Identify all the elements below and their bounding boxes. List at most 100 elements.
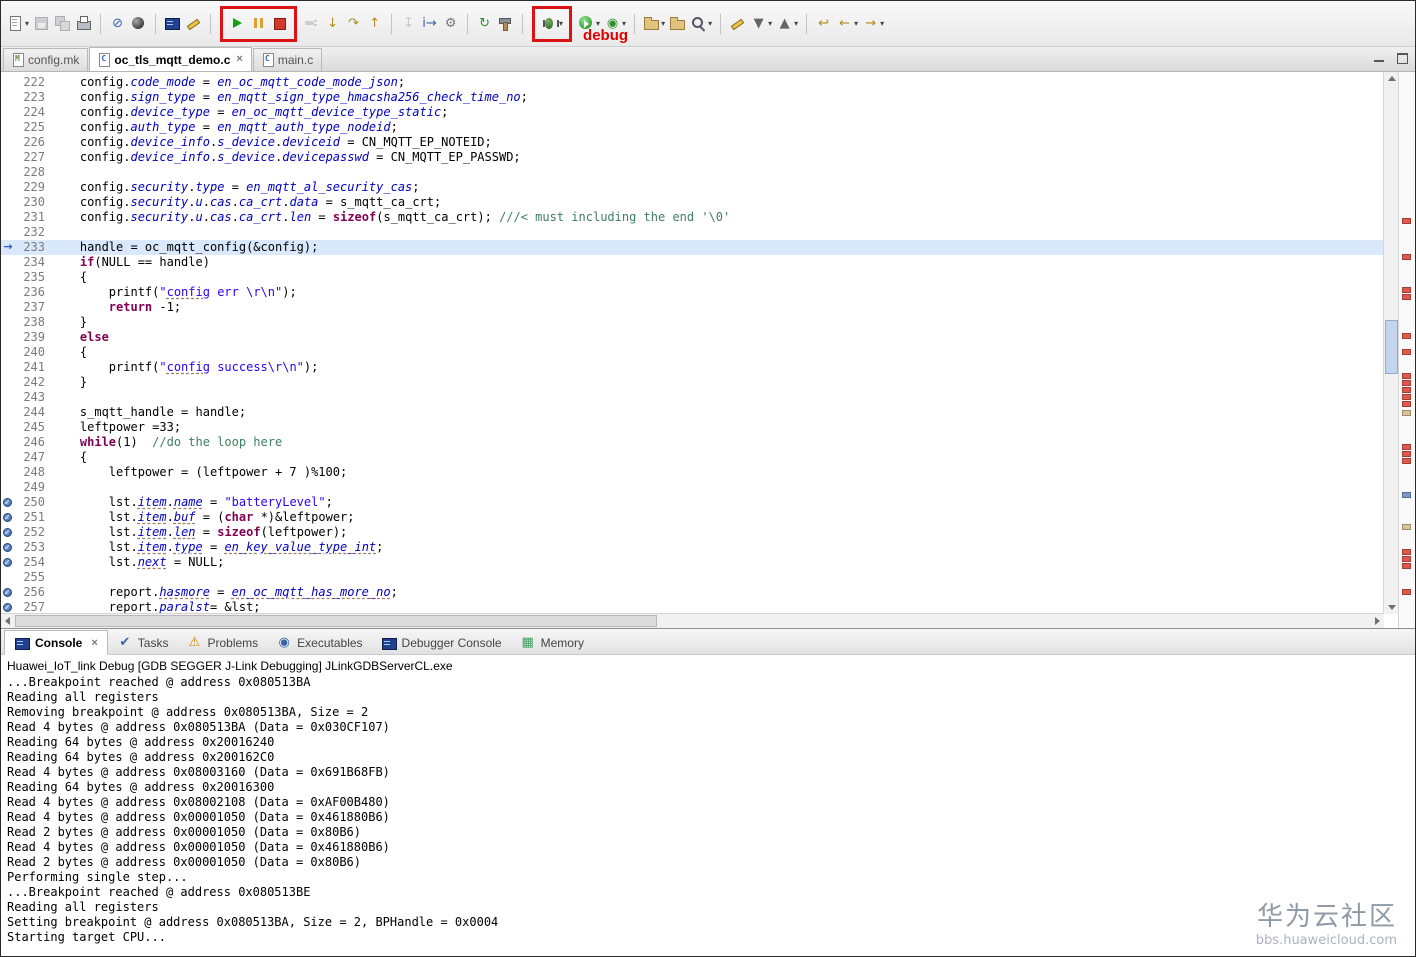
dropdown-arrow-icon[interactable]: ▾	[794, 19, 798, 28]
build-button[interactable]	[495, 11, 516, 37]
terminate-button[interactable]	[269, 11, 290, 37]
code-line[interactable]: 223 config.sign_type = en_mqtt_sign_type…	[1, 90, 1384, 105]
code-line[interactable]: 247 {	[1, 450, 1384, 465]
code-line[interactable]: 237 return -1;	[1, 300, 1384, 315]
annotation-mark[interactable]	[1402, 387, 1411, 393]
tab-debugger-console[interactable]: Debugger Console	[372, 631, 511, 654]
breakpoint-icon[interactable]	[1, 495, 15, 510]
annotation-mark[interactable]	[1402, 451, 1411, 457]
dropdown-arrow-icon[interactable]: ▾	[768, 19, 772, 28]
annotation-mark[interactable]	[1402, 524, 1411, 530]
external-tools-button[interactable]	[128, 11, 149, 37]
dropdown-arrow-icon[interactable]: ▾	[854, 19, 858, 28]
code-line[interactable]: 236 printf("config err \r\n");	[1, 285, 1384, 300]
code-line[interactable]: 222 config.code_mode = en_oc_mqtt_code_m…	[1, 75, 1384, 90]
code-line[interactable]: 243	[1, 390, 1384, 405]
use-step-filters-button[interactable]: ⚙	[440, 11, 461, 37]
save-all-button[interactable]	[52, 11, 73, 37]
tab-memory[interactable]: ▦Memory	[511, 631, 593, 654]
scroll-right-icon[interactable]	[1371, 614, 1384, 628]
code-line[interactable]: 238 }	[1, 315, 1384, 330]
breakpoint-icon[interactable]	[1, 525, 15, 540]
code-line[interactable]: 242 }	[1, 375, 1384, 390]
horizontal-scroll-thumb[interactable]	[15, 615, 657, 627]
minimize-icon[interactable]	[1373, 51, 1386, 64]
step-into-button[interactable]: ↓	[322, 11, 343, 37]
skip-all-breakpoints-button[interactable]: ⊘	[107, 11, 128, 37]
close-tab-icon[interactable]: ×	[91, 637, 97, 649]
annotation-mark[interactable]	[1402, 287, 1411, 293]
code-line[interactable]: 240 {	[1, 345, 1384, 360]
code-line[interactable]: 239 else	[1, 330, 1384, 345]
disconnect-button[interactable]	[301, 11, 322, 37]
code-line[interactable]: 224 config.device_type = en_oc_mqtt_devi…	[1, 105, 1384, 120]
annotation-mark[interactable]	[1402, 394, 1411, 400]
code-line[interactable]: 250 lst.item.name = "batteryLevel";	[1, 495, 1384, 510]
editor-tab-config-mk[interactable]: config.mk	[3, 48, 88, 71]
breakpoint-icon[interactable]	[1, 540, 15, 555]
breakpoint-icon[interactable]	[1, 510, 15, 525]
annotation-mark[interactable]	[1402, 218, 1411, 224]
scroll-left-icon[interactable]	[1, 614, 14, 628]
code-line[interactable]: 249	[1, 480, 1384, 495]
instruction-pointer-icon[interactable]: →	[1, 240, 15, 255]
annotation-mark[interactable]	[1402, 373, 1411, 379]
code-line[interactable]: 255	[1, 570, 1384, 585]
open-resource-button[interactable]	[667, 11, 688, 37]
new-button[interactable]: ▾	[5, 11, 31, 37]
last-edit-location-button[interactable]: ↩	[813, 11, 834, 37]
code-line[interactable]: 226 config.device_info.s_device.deviceid…	[1, 135, 1384, 150]
annotation-mark[interactable]	[1402, 492, 1411, 498]
scroll-up-icon[interactable]	[1384, 72, 1399, 85]
open-console-button[interactable]	[162, 11, 183, 37]
code-line[interactable]: 231 config.security.u.cas.ca_crt.len = s…	[1, 210, 1384, 225]
code-line[interactable]: 245 leftpower =33;	[1, 420, 1384, 435]
code-line[interactable]: 229 config.security.type = en_mqtt_al_se…	[1, 180, 1384, 195]
breakpoint-icon[interactable]	[1, 585, 15, 600]
code-line[interactable]: 256 report.hasmore = en_oc_mqtt_has_more…	[1, 585, 1384, 600]
dropdown-arrow-icon[interactable]: ▾	[559, 19, 563, 28]
annotation-mark[interactable]	[1402, 380, 1411, 386]
tab-problems[interactable]: ⚠Problems	[177, 631, 267, 654]
previous-annotation-button[interactable]: ▲▾	[774, 11, 800, 37]
resume-button[interactable]	[227, 11, 248, 37]
instruction-stepping-button[interactable]: i→	[419, 11, 440, 37]
code-line[interactable]: 246 while(1) //do the loop here	[1, 435, 1384, 450]
annotation-mark[interactable]	[1402, 458, 1411, 464]
forward-button[interactable]: →▾	[860, 11, 886, 37]
code-line[interactable]: 251 lst.item.buf = (char *)&leftpower;	[1, 510, 1384, 525]
dropdown-arrow-icon[interactable]: ▾	[880, 19, 884, 28]
code-line[interactable]: 241 printf("config success\r\n");	[1, 360, 1384, 375]
code-line[interactable]: 244 s_mqtt_handle = handle;	[1, 405, 1384, 420]
tab-tasks[interactable]: ✔Tasks	[108, 631, 178, 654]
print-button[interactable]	[73, 11, 94, 37]
tab-executables[interactable]: ◉Executables	[267, 631, 371, 654]
breakpoint-icon[interactable]	[1, 600, 15, 614]
editor-body[interactable]: 222 config.code_mode = en_oc_mqtt_code_m…	[1, 72, 1384, 614]
editor-horizontal-scrollbar[interactable]	[1, 613, 1384, 628]
new-project-button[interactable]: ▾	[641, 11, 667, 37]
mark-occurrences-button[interactable]	[727, 11, 748, 37]
annotation-mark[interactable]	[1402, 444, 1411, 450]
vertical-scroll-thumb[interactable]	[1385, 320, 1398, 374]
search-button[interactable]: ▾	[688, 11, 714, 37]
annotation-mark[interactable]	[1402, 563, 1411, 569]
code-line[interactable]: 254 lst.next = NULL;	[1, 555, 1384, 570]
dropdown-arrow-icon[interactable]: ▾	[661, 19, 665, 28]
editor-tab-oc-tls-mqtt-demo-c[interactable]: oc_tls_mqtt_demo.c×	[89, 47, 251, 71]
step-return-button[interactable]: ↑	[364, 11, 385, 37]
save-button[interactable]	[31, 11, 52, 37]
code-line[interactable]: 234 if(NULL == handle)	[1, 255, 1384, 270]
code-line[interactable]: 253 lst.item.type = en_key_value_type_in…	[1, 540, 1384, 555]
editor-tab-main-c[interactable]: main.c	[253, 48, 322, 71]
scroll-down-icon[interactable]	[1384, 601, 1399, 614]
dropdown-arrow-icon[interactable]: ▾	[708, 19, 712, 28]
code-line[interactable]: 235 {	[1, 270, 1384, 285]
annotation-mark[interactable]	[1402, 349, 1411, 355]
annotate-button[interactable]	[183, 11, 204, 37]
maximize-icon[interactable]	[1396, 51, 1409, 64]
code-line[interactable]: 230 config.security.u.cas.ca_crt.data = …	[1, 195, 1384, 210]
annotation-mark[interactable]	[1402, 549, 1411, 555]
code-line[interactable]: 248 leftpower = (leftpower + 7 )%100;	[1, 465, 1384, 480]
code-line[interactable]: 252 lst.item.len = sizeof(leftpower);	[1, 525, 1384, 540]
